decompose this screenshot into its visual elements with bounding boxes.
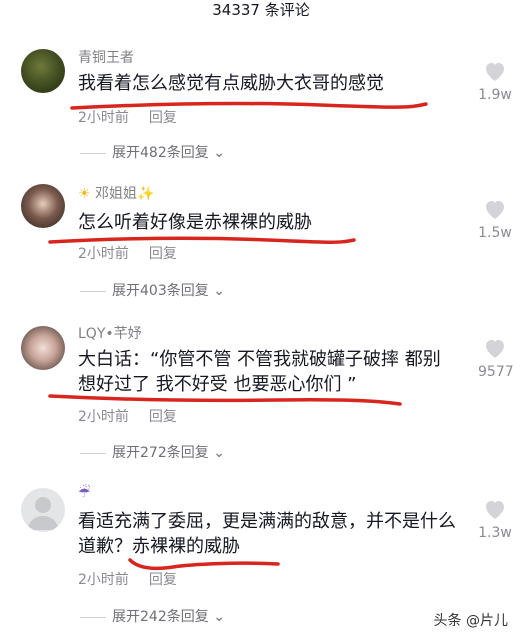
heart-icon	[486, 501, 504, 519]
expand-replies-label: 展开272条回复	[112, 445, 209, 461]
sun-icon: ☀	[78, 186, 91, 202]
chevron-down-icon: ⌄	[213, 283, 225, 299]
comment-meta: 2小时前 回复	[78, 571, 177, 589]
comment-username[interactable]: ☔	[78, 484, 91, 502]
default-avatar-icon	[27, 497, 59, 530]
like-button[interactable]: 1.9w	[478, 60, 512, 104]
heart-icon	[486, 340, 504, 358]
avatar[interactable]	[21, 326, 65, 370]
comment-text: 看适充满了委屈，更是满满的敌意，并不是什么道歉？赤裸裸的威胁	[78, 511, 456, 557]
reply-button[interactable]: 回复	[149, 409, 177, 425]
avatar[interactable]	[21, 184, 65, 228]
avatar[interactable]	[21, 488, 65, 532]
reply-button[interactable]: 回复	[149, 246, 177, 262]
comment-username[interactable]: 青铜王者	[78, 49, 134, 67]
divider	[80, 452, 106, 454]
expand-replies-button[interactable]: 展开482条回复 ⌄	[80, 144, 225, 162]
username-label: 邓姐姐	[95, 186, 138, 202]
heart-icon	[486, 63, 504, 81]
avatar[interactable]	[21, 49, 65, 93]
expand-replies-label: 展开482条回复	[112, 145, 209, 161]
expand-replies-button[interactable]: 展开272条回复 ⌄	[80, 444, 225, 462]
chevron-down-icon: ⌄	[213, 609, 225, 625]
like-count: 1.9w	[478, 87, 512, 103]
comment-time: 2小时前	[78, 246, 129, 262]
divider	[80, 616, 106, 618]
like-count: 9577	[478, 364, 514, 380]
watermark: 头条 @片儿	[433, 613, 508, 629]
expand-replies-label: 展开242条回复	[112, 609, 209, 625]
expand-replies-button[interactable]: 展开403条回复 ⌄	[80, 282, 225, 300]
like-count: 1.3w	[478, 525, 512, 541]
comment-meta: 2小时前 回复	[78, 109, 177, 127]
expand-replies-button[interactable]: 展开242条回复 ⌄	[80, 608, 225, 626]
reply-button[interactable]: 回复	[149, 572, 177, 588]
heart-icon	[486, 201, 504, 219]
chevron-down-icon: ⌄	[213, 145, 225, 161]
expand-replies-label: 展开403条回复	[112, 283, 209, 299]
comment-text: 我看着怎么感觉有点威胁大衣哥的感觉	[78, 73, 384, 94]
like-count: 1.5w	[478, 225, 512, 241]
comment-text: 怎么听着好像是赤裸裸的威胁	[78, 212, 312, 233]
divider	[80, 290, 106, 292]
like-button[interactable]: 1.3w	[478, 498, 512, 542]
sparkle-icon: ✨	[137, 186, 155, 202]
comment-time: 2小时前	[78, 572, 129, 588]
comment-text: 大白话：“你管不管 不管我就破罐子破摔 都别想好过了 我不好受 也要恶心你们 ”	[78, 349, 441, 395]
like-button[interactable]: 1.5w	[478, 198, 512, 242]
like-button[interactable]: 9577	[478, 337, 514, 381]
comment-username[interactable]: LQY•芊妤	[78, 325, 142, 343]
comment-time: 2小时前	[78, 409, 129, 425]
reply-button[interactable]: 回复	[149, 110, 177, 126]
divider	[80, 152, 106, 154]
chevron-down-icon: ⌄	[213, 445, 225, 461]
comment-time: 2小时前	[78, 110, 129, 126]
comment-meta: 2小时前 回复	[78, 245, 177, 263]
comment-username[interactable]: ☀ 邓姐姐✨	[78, 185, 154, 203]
comment-count-title: 34337 条评论	[212, 1, 310, 19]
comment-meta: 2小时前 回复	[78, 408, 177, 426]
